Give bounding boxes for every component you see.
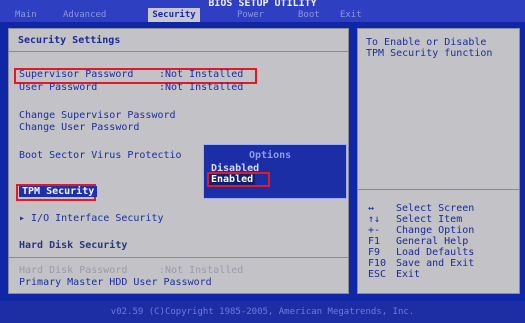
options-popup: Options Disabled Enabled: [203, 144, 347, 199]
user-password-value: :Not Installed: [159, 82, 244, 93]
tab-power[interactable]: Power: [237, 8, 264, 22]
hard-disk-security-heading: Hard Disk Security: [19, 240, 128, 251]
user-password-label: User Password: [19, 82, 98, 93]
popup-title: Options: [249, 150, 292, 161]
tpm-security-item[interactable]: TPM Security: [19, 186, 98, 197]
footer: v02.59 (C)Copyright 1985-2005, American …: [0, 301, 525, 323]
desc-exit: Exit: [396, 269, 421, 280]
key-exit: ESC: [368, 269, 387, 280]
tab-exit[interactable]: Exit: [340, 8, 362, 22]
help-divider: [358, 189, 519, 190]
primary-master-hdd-user-password-item[interactable]: Primary Master HDD User Password: [19, 277, 212, 288]
help-line-1: To Enable or Disable: [366, 37, 487, 48]
supervisor-password-label: Supervisor Password: [19, 69, 134, 80]
change-supervisor-password-item[interactable]: Change Supervisor Password: [19, 110, 176, 121]
key-row-save-exit: F10 Save and Exit: [368, 259, 513, 269]
key-row-select-item: ↑↓ Select Item: [368, 215, 513, 225]
key-row-change-option: +- Change Option: [368, 226, 513, 236]
change-user-password-item[interactable]: Change User Password: [19, 122, 139, 133]
desc-select-screen: Select Screen: [396, 203, 475, 214]
io-interface-security-item[interactable]: ▸ I/O Interface Security: [19, 213, 164, 224]
key-save-exit: F10: [368, 258, 387, 269]
key-select-item: ↑↓: [368, 214, 381, 225]
key-row-exit: ESC Exit: [368, 270, 513, 280]
key-row-general-help: F1 General Help: [368, 237, 513, 247]
copyright-text: v02.59 (C)Copyright 1985-2005, American …: [110, 307, 415, 317]
desc-general-help: General Help: [396, 236, 469, 247]
supervisor-password-value: :Not Installed: [159, 69, 244, 80]
option-enabled[interactable]: Enabled: [209, 174, 256, 185]
hard-disk-password-value: :Not Installed: [159, 265, 244, 276]
tab-main[interactable]: Main: [15, 8, 37, 22]
key-select-screen: ↔: [368, 203, 375, 214]
section-title: Security Settings: [18, 35, 121, 46]
key-load-defaults: F9: [368, 247, 381, 258]
tab-bar: Main Advanced Security Power Boot Exit: [0, 8, 525, 22]
help-line-2: TPM Security function: [366, 48, 493, 59]
desc-select-item: Select Item: [396, 214, 463, 225]
desc-save-exit: Save and Exit: [396, 258, 475, 269]
key-change-option: +-: [368, 225, 381, 236]
hard-disk-divider: [9, 257, 348, 258]
help-text: To Enable or Disable TPM Security functi…: [366, 37, 511, 59]
key-row-select-screen: ↔ Select Screen: [368, 204, 513, 214]
key-row-load-defaults: F9 Load Defaults: [368, 248, 513, 258]
tab-boot[interactable]: Boot: [298, 8, 320, 22]
hard-disk-password-label: Hard Disk Password: [19, 265, 128, 276]
bios-screen: BIOS SETUP UTILITY Main Advanced Securit…: [0, 0, 525, 323]
help-panel: To Enable or Disable TPM Security functi…: [357, 28, 520, 294]
tab-security[interactable]: Security: [148, 8, 200, 22]
key-general-help: F1: [368, 236, 381, 247]
title-bar: BIOS SETUP UTILITY: [0, 0, 525, 9]
desc-change-option: Change Option: [396, 225, 475, 236]
desc-load-defaults: Load Defaults: [396, 247, 475, 258]
section-divider: [9, 51, 348, 52]
tab-advanced[interactable]: Advanced: [63, 8, 106, 22]
boot-sector-virus-protection-item[interactable]: Boot Sector Virus Protectio: [19, 150, 182, 161]
